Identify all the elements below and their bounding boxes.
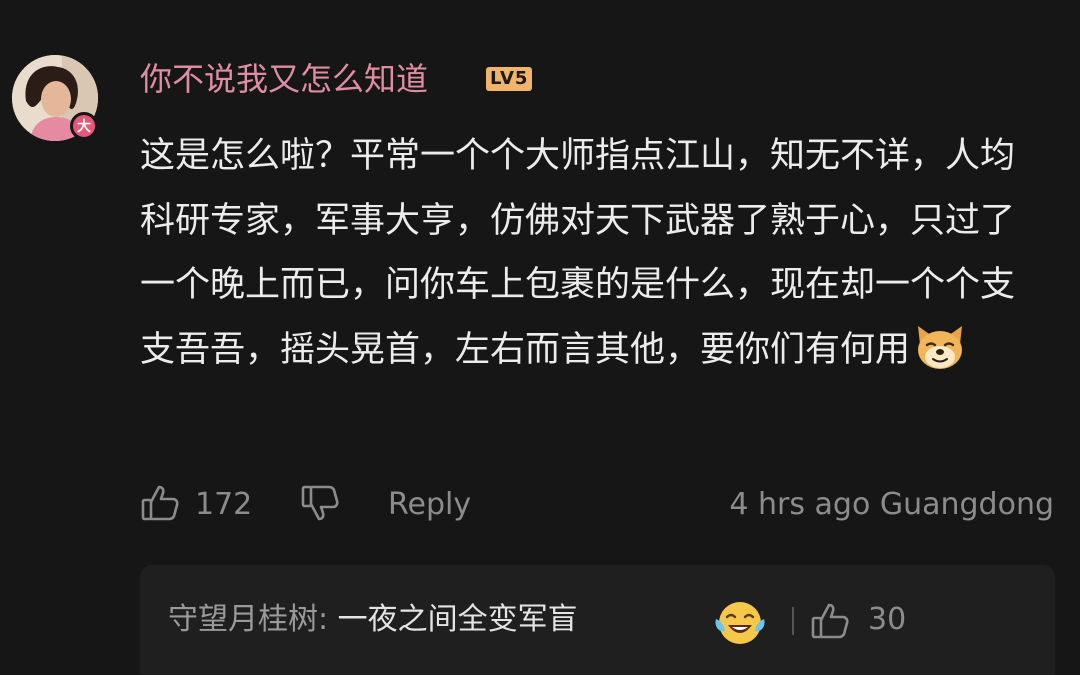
reply-preview-panel[interactable]: 守望月桂树: 一夜之间全变军盲 30: [140, 565, 1055, 675]
thumbs-up-icon[interactable]: [140, 483, 180, 531]
reply-like-count: 30: [868, 602, 907, 637]
comment-username[interactable]: 你不说我又怎么知道: [140, 57, 428, 101]
divider: [792, 607, 794, 635]
avatar-badge: 大: [70, 112, 98, 140]
comment-body: 这是怎么啦？平常一个个大师指点江山，知无不详，人均科研专家，军事大亨，仿佛对天下…: [140, 124, 1040, 391]
comment-text: 这是怎么啦？平常一个个大师指点江山，知无不详，人均科研专家，军事大亨，仿佛对天下…: [140, 136, 1016, 370]
like-count: 172: [195, 487, 253, 522]
reply-author[interactable]: 守望月桂树:: [168, 602, 328, 637]
doge-emoji-icon: [914, 324, 966, 392]
thumbs-down-icon[interactable]: [300, 483, 340, 531]
comment-actions: 172 Reply 4 hrs ago Guangdong: [140, 480, 1060, 530]
reply-thumbs-up-icon[interactable]: [810, 601, 850, 645]
laugh-cry-emoji-icon: [712, 597, 768, 651]
reply-button[interactable]: Reply: [388, 480, 471, 530]
level-badge: LV5: [486, 67, 533, 91]
reply-preview-content: 守望月桂树: 一夜之间全变军盲: [168, 595, 578, 645]
reply-text: 一夜之间全变军盲: [328, 602, 578, 637]
comment-meta: 4 hrs ago Guangdong: [729, 487, 1054, 522]
